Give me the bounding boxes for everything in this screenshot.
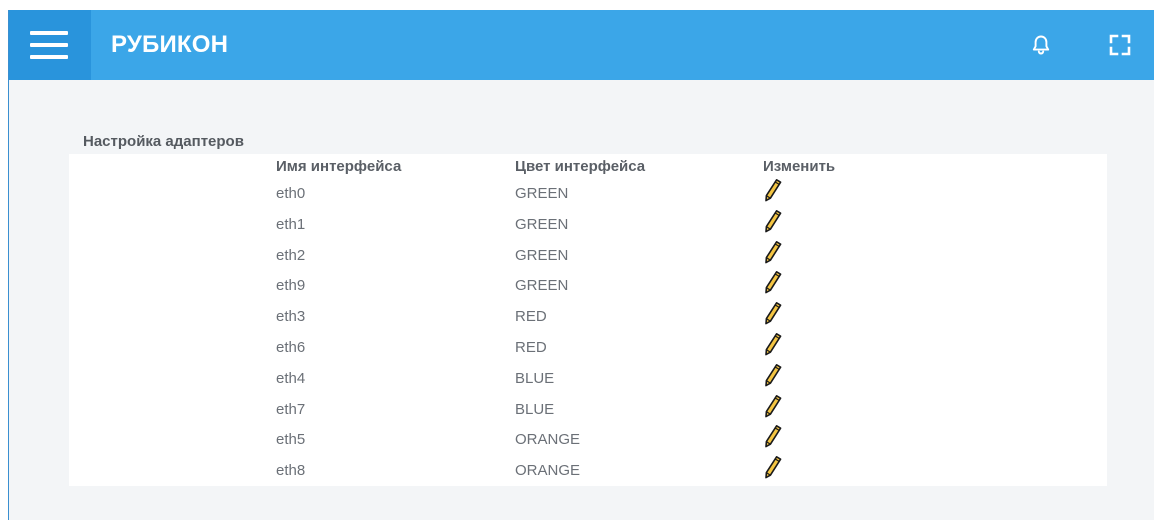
table-row: eth7 BLUE [69,394,1107,427]
app-frame: РУБИКОН Настройка адаптеров Имя интерфей… [8,10,1154,520]
table-row: eth5 ORANGE [69,424,1107,457]
interface-color-cell: RED [515,338,547,356]
interface-color-cell: GREEN [515,215,569,233]
fullscreen-icon [1109,34,1131,56]
bell-icon [1032,35,1050,55]
interface-name-cell: eth2 [276,246,306,264]
column-header-color: Цвет интерфейса [515,158,646,175]
hamburger-menu-icon [30,31,68,35]
interface-name-cell: eth8 [276,462,306,480]
table-row: eth6 RED [69,332,1107,365]
top-header-bar: РУБИКОН [9,10,1154,80]
app-title: РУБИКОН [111,31,229,58]
pencil-icon[interactable] [763,209,783,233]
section-title: Настройка адаптеров [83,133,244,150]
interface-color-cell: GREEN [515,277,569,295]
table-row: eth8 ORANGE [69,455,1107,488]
interface-color-cell: BLUE [515,400,555,418]
notifications-button[interactable] [1029,33,1053,57]
pencil-icon[interactable] [763,363,783,387]
interface-name-cell: eth1 [276,215,306,233]
pencil-icon[interactable] [763,455,783,479]
table-body: eth0 GREEN eth1 GREEN eth2 GREEN eth9 GREEN eth3… [69,178,1107,488]
pencil-icon[interactable] [763,178,783,202]
interface-name-cell: eth7 [276,400,306,418]
interface-name-cell: eth0 [276,185,306,202]
table-header: Имя интерфейса Цвет интерфейса Изменить [69,154,1107,180]
column-header-edit: Изменить [763,158,836,175]
hamburger-line [30,55,68,59]
pencil-icon[interactable] [763,240,783,264]
interface-color-cell: ORANGE [515,462,581,480]
pencil-icon[interactable] [763,270,783,294]
fullscreen-button[interactable] [1109,34,1131,56]
pencil-icon[interactable] [763,424,783,448]
table-row: eth3 RED [69,301,1107,334]
interface-name-cell: eth3 [276,308,306,326]
table-row: eth4 BLUE [69,363,1107,396]
table-row: eth0 GREEN [69,178,1107,211]
interface-color-cell: GREEN [515,246,569,264]
table-row: eth9 GREEN [69,270,1107,303]
interface-color-cell: GREEN [515,185,569,202]
interface-color-cell: RED [515,308,547,326]
interface-name-cell: eth9 [276,277,306,295]
table-row: eth2 GREEN [69,240,1107,273]
column-header-name: Имя интерфейса [276,158,402,175]
pencil-icon[interactable] [763,332,783,356]
menu-button[interactable] [9,10,91,80]
pencil-icon[interactable] [763,394,783,418]
interface-color-cell: ORANGE [515,431,581,449]
interface-name-cell: eth5 [276,431,306,449]
table-row: eth1 GREEN [69,209,1107,242]
interface-name-cell: eth4 [276,369,306,387]
pencil-icon[interactable] [763,301,783,325]
interface-color-cell: BLUE [515,369,555,387]
adapters-table: Имя интерфейса Цвет интерфейса Изменить … [69,154,1107,486]
interface-name-cell: eth6 [276,338,306,356]
hamburger-line [30,43,68,47]
